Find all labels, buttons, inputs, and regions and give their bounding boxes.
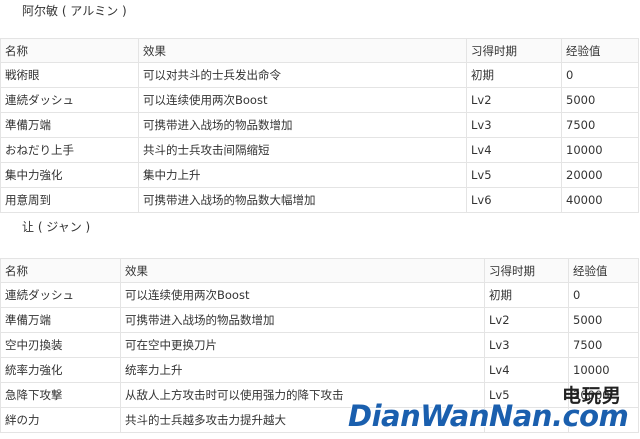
table-row: 戦術眼 可以对共斗的士兵发出命令 初期 0 — [0, 62, 639, 88]
skill-exp: 20000 — [561, 162, 639, 188]
skill-effect: 集中力上升 — [138, 162, 467, 188]
skill-effect: 从敌人上方攻击时可以使用强力的降下攻击 — [120, 382, 485, 408]
skill-learn-time — [484, 407, 569, 433]
skill-name: 連続ダッシュ — [0, 282, 121, 308]
skill-learn-time: Lv3 — [484, 332, 569, 358]
skill-exp: 7500 — [568, 332, 639, 358]
skill-effect: 可携带进入战场的物品数大幅增加 — [138, 187, 467, 213]
skill-exp: 10000 — [561, 137, 639, 163]
skill-name: 戦術眼 — [0, 62, 139, 88]
skill-name: 用意周到 — [0, 187, 139, 213]
skill-name: 連続ダッシュ — [0, 87, 139, 113]
skill-table-jean: 名称 效果 习得时期 经验值 連続ダッシュ 可以连续使用两次Boost 初期 0… — [0, 258, 639, 433]
section-title-armin: 阿尔敏 ( アルミン ) — [22, 4, 127, 18]
skill-name: 統率力強化 — [0, 357, 121, 383]
header-learn-time: 习得时期 — [484, 258, 569, 283]
skill-learn-time: Lv4 — [484, 357, 569, 383]
header-effect: 效果 — [138, 38, 467, 63]
skill-exp: 10000 — [568, 357, 639, 383]
skill-name: 急降下攻撃 — [0, 382, 121, 408]
skill-learn-time: 初期 — [484, 282, 569, 308]
skill-effect: 可以连续使用两次Boost — [120, 282, 485, 308]
table-row: 統率力強化 统率力上升 Lv4 10000 — [0, 357, 639, 383]
skill-learn-time: 初期 — [466, 62, 562, 88]
skill-exp — [568, 407, 639, 433]
skill-name: 準備万端 — [0, 307, 121, 333]
table-row: 空中刃換装 可在空中更换刀片 Lv3 7500 — [0, 332, 639, 358]
skill-effect: 可携带进入战场的物品数增加 — [138, 112, 467, 138]
table-row: おねだり上手 共斗的士兵攻击间隔缩短 Lv4 10000 — [0, 137, 639, 163]
header-exp: 经验值 — [568, 258, 639, 283]
skill-effect: 可以对共斗的士兵发出命令 — [138, 62, 467, 88]
header-exp: 经验值 — [561, 38, 639, 63]
skill-learn-time: Lv5 — [484, 382, 569, 408]
table-header-row: 名称 效果 习得时期 经验值 — [0, 38, 639, 63]
skill-learn-time: Lv4 — [466, 137, 562, 163]
table-row: 急降下攻撃 从敌人上方攻击时可以使用强力的降下攻击 Lv5 20000 — [0, 382, 639, 408]
table-row: 準備万端 可携带进入战场的物品数增加 Lv3 7500 — [0, 112, 639, 138]
skill-exp: 5000 — [561, 87, 639, 113]
table-row: 集中力強化 集中力上升 Lv5 20000 — [0, 162, 639, 188]
skill-table-armin: 名称 效果 习得时期 经验值 戦術眼 可以对共斗的士兵发出命令 初期 0 連続ダ… — [0, 38, 639, 213]
skill-effect: 可在空中更换刀片 — [120, 332, 485, 358]
skill-exp: 0 — [561, 62, 639, 88]
table-header-row: 名称 效果 习得时期 经验值 — [0, 258, 639, 283]
skill-name: おねだり上手 — [0, 137, 139, 163]
skill-effect: 共斗的士兵越多攻击力提升越大 — [120, 407, 485, 433]
skill-effect: 共斗的士兵攻击间隔缩短 — [138, 137, 467, 163]
table-row: 絆の力 共斗的士兵越多攻击力提升越大 — [0, 407, 639, 433]
skill-exp: 40000 — [561, 187, 639, 213]
skill-name: 絆の力 — [0, 407, 121, 433]
skill-effect: 可携带进入战场的物品数增加 — [120, 307, 485, 333]
header-name: 名称 — [0, 38, 139, 63]
skill-exp: 7500 — [561, 112, 639, 138]
section-title-jean: 让 ( ジャン ) — [22, 220, 91, 234]
table-row: 連続ダッシュ 可以连续使用两次Boost Lv2 5000 — [0, 87, 639, 113]
skill-learn-time: Lv3 — [466, 112, 562, 138]
header-name: 名称 — [0, 258, 121, 283]
header-effect: 效果 — [120, 258, 485, 283]
skill-exp: 20000 — [568, 382, 639, 408]
skill-effect: 可以连续使用两次Boost — [138, 87, 467, 113]
table-row: 連続ダッシュ 可以连续使用两次Boost 初期 0 — [0, 282, 639, 308]
skill-learn-time: Lv2 — [466, 87, 562, 113]
skill-learn-time: Lv5 — [466, 162, 562, 188]
table-row: 準備万端 可携带进入战场的物品数增加 Lv2 5000 — [0, 307, 639, 333]
header-learn-time: 习得时期 — [466, 38, 562, 63]
skill-learn-time: Lv6 — [466, 187, 562, 213]
table-row: 用意周到 可携带进入战场的物品数大幅增加 Lv6 40000 — [0, 187, 639, 213]
skill-exp: 5000 — [568, 307, 639, 333]
skill-name: 準備万端 — [0, 112, 139, 138]
skill-exp: 0 — [568, 282, 639, 308]
skill-learn-time: Lv2 — [484, 307, 569, 333]
skill-effect: 统率力上升 — [120, 357, 485, 383]
skill-name: 集中力強化 — [0, 162, 139, 188]
skill-name: 空中刃換装 — [0, 332, 121, 358]
